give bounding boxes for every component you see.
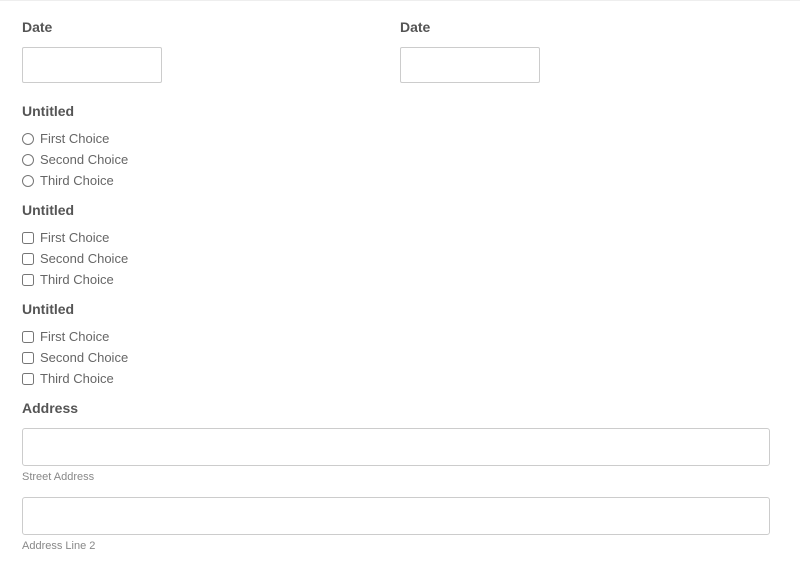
- checkbox-option: Third Choice: [22, 371, 778, 386]
- date-input-left[interactable]: [22, 47, 162, 83]
- checkbox-group-1: Untitled First Choice Second Choice Thir…: [22, 202, 778, 287]
- checkbox-input[interactable]: [22, 373, 34, 385]
- checkbox-input[interactable]: [22, 232, 34, 244]
- checkbox-group-2: Untitled First Choice Second Choice Thir…: [22, 301, 778, 386]
- checkbox-option: First Choice: [22, 230, 778, 245]
- checkbox-option: First Choice: [22, 329, 778, 344]
- date-field-left: Date: [22, 19, 400, 83]
- radio-group-1: Untitled First Choice Second Choice Thir…: [22, 103, 778, 188]
- date-input-right[interactable]: [400, 47, 540, 83]
- checkbox-input[interactable]: [22, 274, 34, 286]
- checkbox-group-2-label: Untitled: [22, 301, 778, 317]
- checkbox-option: Third Choice: [22, 272, 778, 287]
- date-label-left: Date: [22, 19, 400, 35]
- checkbox-option: Second Choice: [22, 251, 778, 266]
- radio-option-label: Third Choice: [40, 173, 114, 188]
- checkbox-option: Second Choice: [22, 350, 778, 365]
- checkbox-option-label: Third Choice: [40, 272, 114, 287]
- radio-option: Third Choice: [22, 173, 778, 188]
- checkbox-input[interactable]: [22, 331, 34, 343]
- radio-option-label: First Choice: [40, 131, 109, 146]
- radio-option: First Choice: [22, 131, 778, 146]
- radio-input[interactable]: [22, 175, 34, 187]
- checkbox-input[interactable]: [22, 253, 34, 265]
- checkbox-group-1-label: Untitled: [22, 202, 778, 218]
- address-line2-input[interactable]: [22, 497, 770, 535]
- street-address-input[interactable]: [22, 428, 770, 466]
- address-label: Address: [22, 400, 778, 416]
- checkbox-option-label: First Choice: [40, 329, 109, 344]
- address-line2-sublabel: Address Line 2: [22, 540, 778, 552]
- checkbox-option-label: Third Choice: [40, 371, 114, 386]
- radio-group-1-label: Untitled: [22, 103, 778, 119]
- street-address-sublabel: Street Address: [22, 471, 778, 483]
- date-label-right: Date: [400, 19, 778, 35]
- checkbox-option-label: Second Choice: [40, 251, 128, 266]
- checkbox-option-label: First Choice: [40, 230, 109, 245]
- radio-option: Second Choice: [22, 152, 778, 167]
- radio-input[interactable]: [22, 154, 34, 166]
- checkbox-input[interactable]: [22, 352, 34, 364]
- radio-input[interactable]: [22, 133, 34, 145]
- date-field-right: Date: [400, 19, 778, 83]
- checkbox-option-label: Second Choice: [40, 350, 128, 365]
- radio-option-label: Second Choice: [40, 152, 128, 167]
- address-section: Address Street Address Address Line 2: [22, 400, 778, 552]
